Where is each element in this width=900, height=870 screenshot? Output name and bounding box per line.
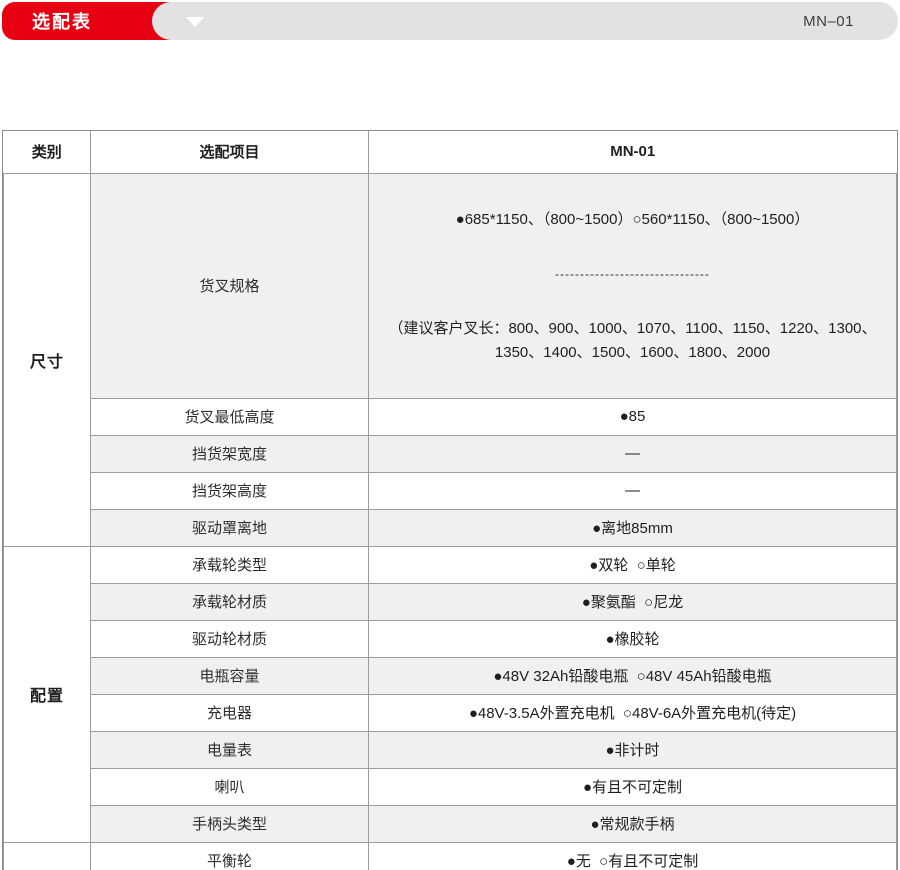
value-cell: ●48V-3.5A外置充电机 ○48V-6A外置充电机(待定): [369, 694, 897, 731]
table-row: 电量表 ●非计时: [4, 731, 897, 768]
table-row: 功能类 平衡轮 ●无 ○有且不可定制: [4, 842, 897, 870]
category-cell-configuration: 配置: [4, 546, 91, 842]
item-cell: 货叉规格: [91, 173, 369, 398]
item-cell: 挡货架高度: [91, 472, 369, 509]
value-cell: —: [369, 472, 897, 509]
chevron-down-icon: [186, 17, 204, 27]
table-row: 喇叭 ●有且不可定制: [4, 768, 897, 805]
item-cell: 驱动罩离地: [91, 509, 369, 546]
value-cell: —: [369, 435, 897, 472]
table-row: 尺寸 货叉规格 ●685*1150、（800~1500）○560*1150、（8…: [4, 173, 897, 398]
item-cell: 货叉最低高度: [91, 398, 369, 435]
table-row: 挡货架高度 —: [4, 472, 897, 509]
value-cell: ●有且不可定制: [369, 768, 897, 805]
value-cell: ●85: [369, 398, 897, 435]
table-row: 充电器 ●48V-3.5A外置充电机 ○48V-6A外置充电机(待定): [4, 694, 897, 731]
item-cell: 充电器: [91, 694, 369, 731]
item-cell: 电量表: [91, 731, 369, 768]
col-header-option-item: 选配项目: [91, 131, 369, 173]
table-row: 挡货架宽度 —: [4, 435, 897, 472]
options-table: 类别 选配项目 MN-01 尺寸 货叉规格 ●685*1150、（800~150…: [3, 131, 897, 870]
fork-spec-line1: ●685*1150、（800~1500）○560*1150、（800~1500）: [373, 208, 892, 231]
header-banner: MN–01 选配表: [2, 2, 898, 40]
fork-spec-divider: -------------------------------: [373, 265, 892, 284]
value-cell: ●非计时: [369, 731, 897, 768]
value-cell: ●无 ○有且不可定制: [369, 842, 897, 870]
page-title: 选配表: [32, 8, 92, 34]
value-cell: ●双轮 ○单轮: [369, 546, 897, 583]
value-cell: ●聚氨酯 ○尼龙: [369, 583, 897, 620]
item-cell: 承载轮材质: [91, 583, 369, 620]
options-panel: 类别 选配项目 MN-01 尺寸 货叉规格 ●685*1150、（800~150…: [2, 130, 898, 870]
col-header-category: 类别: [4, 131, 91, 173]
value-cell: ●685*1150、（800~1500）○560*1150、（800~1500）…: [369, 173, 897, 398]
value-cell: ●离地85mm: [369, 509, 897, 546]
item-cell: 挡货架宽度: [91, 435, 369, 472]
category-cell-functions: 功能类: [4, 842, 91, 870]
item-cell: 承载轮类型: [91, 546, 369, 583]
banner-model-label: MN–01: [803, 2, 854, 40]
value-cell: ●常规款手柄: [369, 805, 897, 842]
table-row: 驱动轮材质 ●橡胶轮: [4, 620, 897, 657]
value-cell: ●橡胶轮: [369, 620, 897, 657]
table-row: 配置 承载轮类型 ●双轮 ○单轮: [4, 546, 897, 583]
fork-spec-line2: （建议客户叉长：800、900、1000、1070、1100、1150、1220…: [373, 317, 892, 364]
item-cell: 平衡轮: [91, 842, 369, 870]
table-row: 驱动罩离地 ●离地85mm: [4, 509, 897, 546]
spec-sheet-page: MN–01 选配表 类别 选配项目 MN-01 尺寸 货叉规格: [0, 0, 900, 870]
item-cell: 喇叭: [91, 768, 369, 805]
table-row: 承载轮材质 ●聚氨酯 ○尼龙: [4, 583, 897, 620]
value-cell: ●48V 32Ah铅酸电瓶 ○48V 45Ah铅酸电瓶: [369, 657, 897, 694]
category-cell-dimensions: 尺寸: [4, 173, 91, 546]
banner-gray-bar: MN–01: [152, 2, 898, 40]
table-row: 电瓶容量 ●48V 32Ah铅酸电瓶 ○48V 45Ah铅酸电瓶: [4, 657, 897, 694]
table-header-row: 类别 选配项目 MN-01: [4, 131, 897, 173]
item-cell: 手柄头类型: [91, 805, 369, 842]
col-header-model: MN-01: [369, 131, 897, 173]
table-row: 货叉最低高度 ●85: [4, 398, 897, 435]
item-cell: 驱动轮材质: [91, 620, 369, 657]
table-row: 手柄头类型 ●常规款手柄: [4, 805, 897, 842]
item-cell: 电瓶容量: [91, 657, 369, 694]
